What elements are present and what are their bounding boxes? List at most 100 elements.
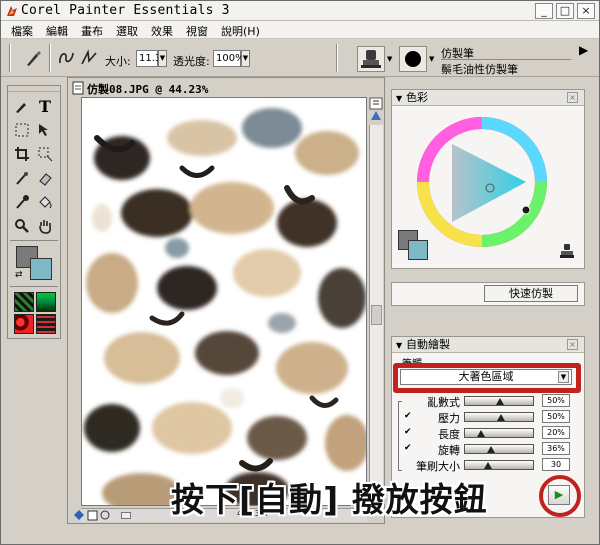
swap-colors-icon[interactable]: ⇄ bbox=[15, 270, 23, 280]
menu-edit[interactable]: 編輯 bbox=[46, 23, 68, 39]
minimize-button[interactable]: _ bbox=[535, 3, 553, 19]
option-row: ✔ 旋轉 36% bbox=[392, 441, 586, 457]
pattern-selector[interactable] bbox=[14, 314, 34, 334]
opacity-dropdown[interactable]: ▼ bbox=[241, 50, 250, 67]
menu-bar: 檔案 編輯 畫布 選取 效果 視窗 說明(H) bbox=[1, 21, 599, 39]
navigator-icon[interactable] bbox=[73, 509, 85, 521]
size-dropdown[interactable]: ▼ bbox=[158, 50, 167, 67]
color-panel-title: 色彩 bbox=[406, 91, 428, 104]
paper-selector[interactable] bbox=[14, 292, 34, 312]
menu-help[interactable]: 說明(H) bbox=[221, 23, 260, 39]
size-label: 大小: bbox=[105, 55, 131, 68]
slider-knob[interactable] bbox=[487, 446, 495, 453]
toolbox-grip[interactable] bbox=[8, 86, 60, 92]
brush-category-selector[interactable] bbox=[357, 46, 385, 72]
secondary-color-swatch[interactable] bbox=[408, 240, 428, 260]
link-bracket bbox=[398, 401, 402, 471]
slider-knob[interactable] bbox=[497, 414, 505, 421]
quick-clone-bar: 快速仿製 bbox=[391, 282, 585, 306]
transform-icon[interactable] bbox=[35, 144, 55, 164]
title-bar: Corel Painter Essentials 3 _ □ × bbox=[1, 1, 599, 21]
brush-dab-icon bbox=[405, 51, 421, 67]
slider-knob[interactable] bbox=[484, 462, 492, 469]
brush-tool-icon[interactable] bbox=[12, 96, 32, 116]
option-label: 壓力 bbox=[438, 412, 460, 425]
collapse-arrow-icon[interactable]: ▼ bbox=[396, 91, 402, 106]
move-layer-icon[interactable] bbox=[35, 120, 55, 140]
painting-canvas[interactable] bbox=[81, 97, 367, 506]
divider bbox=[10, 286, 58, 287]
paint-bucket-icon[interactable] bbox=[35, 192, 55, 212]
quick-clone-button[interactable]: 快速仿製 bbox=[484, 285, 578, 302]
freehand-stroke-icon[interactable] bbox=[57, 47, 77, 69]
menu-window[interactable]: 視窗 bbox=[186, 23, 208, 39]
secondary-color-swatch[interactable] bbox=[30, 258, 52, 280]
divider bbox=[10, 240, 58, 241]
scroll-thumb[interactable] bbox=[371, 305, 382, 325]
slider-knob[interactable] bbox=[496, 398, 504, 405]
option-value[interactable]: 36% bbox=[542, 442, 570, 455]
menu-file[interactable]: 檔案 bbox=[11, 23, 33, 39]
highlight-circle bbox=[539, 475, 581, 517]
option-slider[interactable] bbox=[464, 412, 534, 422]
option-slider[interactable] bbox=[464, 428, 534, 438]
document-icon bbox=[72, 81, 84, 95]
option-label: 筆刷大小 bbox=[416, 460, 460, 473]
brush-variant-name: 鬃毛油性仿製筆 bbox=[441, 63, 518, 76]
propbar-expand-arrow[interactable]: ▶ bbox=[579, 43, 588, 57]
menu-select[interactable]: 選取 bbox=[116, 23, 138, 39]
option-label: 旋轉 bbox=[438, 444, 460, 457]
highlight-rect bbox=[393, 363, 581, 393]
option-row: 筆刷大小 30 bbox=[392, 457, 586, 473]
zoom-icons[interactable] bbox=[87, 509, 113, 521]
menu-canvas[interactable]: 畫布 bbox=[81, 23, 103, 39]
slider-knob[interactable] bbox=[477, 430, 485, 437]
clone-color-stamp-icon[interactable] bbox=[558, 242, 576, 260]
painting-image bbox=[84, 108, 366, 505]
close-panel-icon[interactable]: × bbox=[567, 92, 578, 103]
canvas-nav-icons[interactable] bbox=[369, 97, 383, 123]
option-slider[interactable] bbox=[464, 460, 534, 470]
eraser-icon[interactable] bbox=[35, 168, 55, 188]
magnifier-icon[interactable] bbox=[12, 216, 32, 236]
collapse-arrow-icon[interactable]: ▼ bbox=[396, 338, 402, 353]
vertical-scrollbar[interactable] bbox=[369, 125, 383, 506]
option-label: 長度 bbox=[438, 428, 460, 441]
size-field[interactable]: 11.3 bbox=[136, 50, 161, 67]
menu-effects[interactable]: 效果 bbox=[151, 23, 173, 39]
close-button[interactable]: × bbox=[577, 3, 595, 19]
rect-select-icon[interactable] bbox=[12, 120, 32, 140]
option-slider[interactable] bbox=[464, 444, 534, 454]
maximize-button[interactable]: □ bbox=[556, 3, 574, 19]
gradient-selector[interactable] bbox=[36, 292, 56, 312]
color-panel-header[interactable]: ▼ 色彩 × bbox=[392, 90, 584, 106]
option-value[interactable]: 50% bbox=[542, 410, 570, 423]
option-label: 亂數式 bbox=[427, 396, 460, 409]
brush-tool-icon[interactable] bbox=[23, 48, 43, 68]
option-slider[interactable] bbox=[464, 396, 534, 406]
divider bbox=[9, 44, 11, 72]
color-wheel[interactable] bbox=[416, 116, 548, 248]
close-panel-icon[interactable]: × bbox=[567, 339, 578, 350]
brush-variant-selector[interactable] bbox=[399, 46, 427, 72]
magic-wand-icon[interactable] bbox=[12, 168, 32, 188]
variant-dropdown-arrow[interactable]: ▼ bbox=[429, 55, 434, 63]
crop-icon[interactable] bbox=[12, 144, 32, 164]
color-panel: ▼ 色彩 × bbox=[391, 89, 585, 269]
auto-painting-title: 自動繪製 bbox=[406, 338, 450, 351]
option-value[interactable]: 30 bbox=[542, 458, 570, 471]
dropper-icon[interactable] bbox=[12, 192, 32, 212]
grabber-hand-icon[interactable] bbox=[35, 216, 55, 236]
app-logo-icon bbox=[7, 6, 17, 16]
zoom-slider[interactable] bbox=[121, 512, 131, 519]
straight-stroke-icon[interactable] bbox=[79, 47, 99, 69]
opacity-field[interactable]: 100% bbox=[213, 50, 245, 67]
text-tool-icon[interactable]: T bbox=[35, 96, 55, 116]
auto-painting-header[interactable]: ▼ 自動繪製 × bbox=[392, 337, 584, 353]
category-dropdown-arrow[interactable]: ▼ bbox=[387, 55, 392, 63]
divider bbox=[49, 44, 51, 72]
option-value[interactable]: 50% bbox=[542, 394, 570, 407]
option-value[interactable]: 20% bbox=[542, 426, 570, 439]
toolbox: T ⇄ bbox=[7, 85, 61, 339]
weaving-selector[interactable] bbox=[36, 314, 56, 334]
